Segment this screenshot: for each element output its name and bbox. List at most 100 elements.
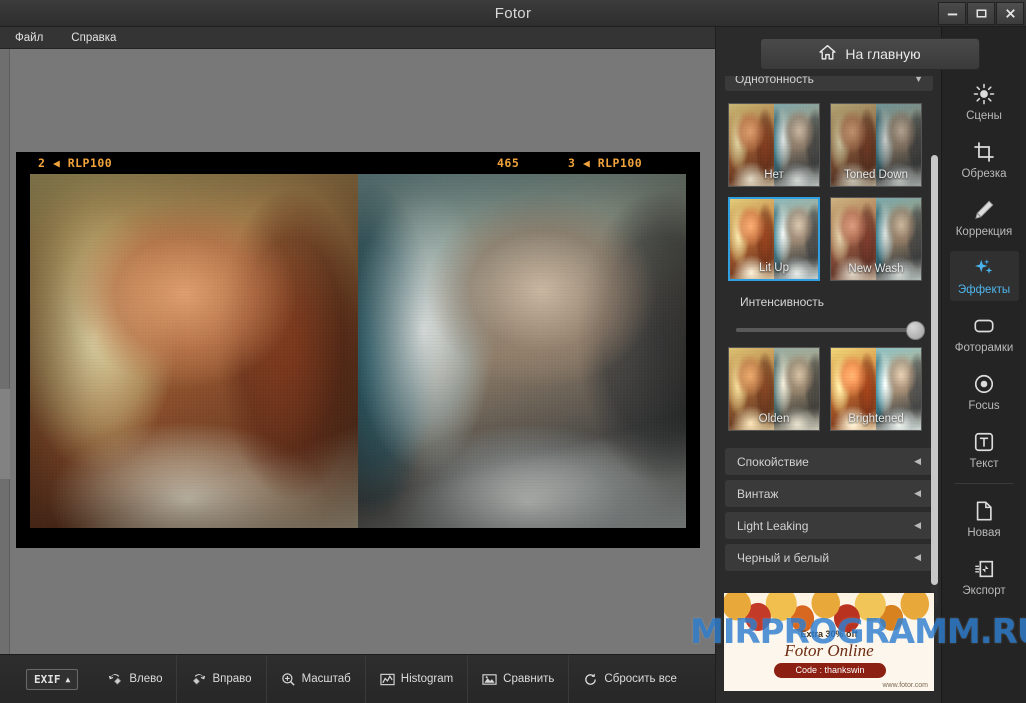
promo-code-badge: Code : thankswin — [774, 663, 886, 678]
text-icon — [973, 431, 995, 453]
promo-extra-label: Extra 30% off — [724, 629, 934, 639]
intensity-slider[interactable] — [736, 321, 922, 339]
effect-thumbnail[interactable]: Нет — [728, 103, 820, 187]
zoom-label: Масштаб — [302, 673, 351, 685]
chevron-left-icon: ◀ — [914, 488, 921, 499]
chevron-left-icon: ◀ — [914, 456, 921, 467]
film-code-right: 3 ◀ RLP100 — [568, 156, 642, 170]
effect-thumbnail-label: Нет — [729, 169, 819, 181]
sidebar-item-photo-frames[interactable]: Фоторамки — [950, 309, 1019, 359]
compare-icon — [482, 672, 497, 687]
new-page-icon — [973, 500, 995, 522]
effects-group-vintage[interactable]: Винтаж ◀ — [725, 480, 933, 507]
sidebar-item-scenes[interactable]: Сцены — [950, 77, 1019, 127]
promo-banner[interactable]: Extra 30% off Fotor Online Code : thanks… — [723, 592, 935, 692]
export-icon — [973, 558, 995, 580]
menu-item-file[interactable]: Файл — [12, 31, 46, 45]
close-button[interactable] — [996, 2, 1024, 25]
photo-preview[interactable] — [30, 174, 686, 528]
chevron-up-icon: ▲ — [66, 675, 71, 684]
effect-thumbnail[interactable]: Brightened — [830, 347, 922, 431]
slider-knob[interactable] — [906, 321, 925, 340]
focus-icon — [973, 373, 995, 395]
pencil-icon — [973, 199, 995, 221]
reset-all-button[interactable]: Сбросить все — [568, 655, 690, 703]
home-button-label: На главную — [845, 46, 920, 62]
sidebar-item-correction-label: Коррекция — [956, 226, 1013, 238]
zoom-icon — [281, 672, 296, 687]
crop-icon — [973, 141, 995, 163]
effects-group-light-leaking[interactable]: Light Leaking ◀ — [725, 512, 933, 539]
rotate-right-button[interactable]: Вправо — [176, 655, 265, 703]
effects-thumbnail-grid-top: Нет Toned Down Lit Up New Wash — [716, 97, 942, 285]
promo-title: Fotor Online — [724, 641, 934, 661]
effects-group-monotone[interactable]: Однотонность ▼ — [725, 76, 933, 91]
editor-canvas[interactable]: 2 ◀ RLP100 465 3 ◀ RLP100 — [0, 49, 715, 654]
effect-thumbnail[interactable]: Toned Down — [830, 103, 922, 187]
sidebar-item-crop[interactable]: Обрезка — [950, 135, 1019, 185]
promo-url: www.fotor.com — [882, 682, 928, 689]
maximize-button[interactable] — [967, 2, 995, 25]
effect-thumbnail-label: Brightened — [831, 413, 921, 425]
zoom-button[interactable]: Масштаб — [266, 655, 365, 703]
effects-thumbnail-grid-bottom: Olden Brightened — [716, 341, 942, 435]
chevron-down-icon: ▼ — [914, 76, 923, 84]
frame-icon — [973, 315, 995, 337]
minimize-button[interactable] — [938, 2, 966, 25]
sidebar-item-focus[interactable]: Focus — [950, 367, 1019, 417]
effects-group-monotone-label: Однотонность — [735, 76, 814, 86]
sidebar-item-scenes-label: Сцены — [966, 110, 1002, 122]
film-code-left: 2 ◀ RLP100 — [38, 156, 112, 170]
compare-button[interactable]: Сравнить — [467, 655, 568, 703]
sidebar-item-text-label: Текст — [970, 458, 999, 470]
sidebar-item-export[interactable]: Экспорт — [950, 552, 1019, 602]
sidebar-item-photo-frames-label: Фоторамки — [955, 342, 1014, 354]
effect-thumbnail[interactable]: Olden — [728, 347, 820, 431]
histogram-icon — [380, 672, 395, 687]
sidebar-item-new[interactable]: Новая — [950, 494, 1019, 544]
sun-icon — [973, 83, 995, 105]
film-frame-number: 465 — [497, 156, 519, 170]
slider-fill — [736, 328, 916, 332]
effect-thumbnail[interactable]: New Wash — [830, 197, 922, 281]
home-icon — [819, 44, 836, 64]
rotate-right-label: Вправо — [212, 673, 251, 685]
histogram-button[interactable]: Histogram — [365, 655, 467, 703]
effects-group-light-leaking-label: Light Leaking — [737, 519, 808, 533]
photo-before-half — [30, 174, 358, 528]
reset-icon — [583, 672, 598, 687]
sidebar-divider — [955, 483, 1013, 484]
menu-bar: Файл Справка — [0, 27, 715, 49]
intensity-control: Интенсивность — [716, 285, 942, 341]
left-rail — [0, 49, 10, 654]
effect-thumbnail-label: New Wash — [831, 263, 921, 275]
effects-group-vintage-label: Винтаж — [737, 487, 778, 501]
effects-scroll-region[interactable]: Однотонность ▼ Нет Toned Down Lit Up — [716, 76, 942, 606]
effects-group-black-and-white[interactable]: Черный и белый ◀ — [725, 544, 933, 571]
effects-scrollbar-thumb[interactable] — [931, 155, 938, 585]
photo-film-frame[interactable]: 2 ◀ RLP100 465 3 ◀ RLP100 — [16, 152, 700, 548]
effects-scrollbar[interactable] — [931, 155, 938, 607]
rotate-left-label: Влево — [129, 673, 162, 685]
sidebar-item-effects[interactable]: Эффекты — [950, 251, 1019, 301]
fotor-window: Fotor Файл Справка 2 ◀ RLP100 465 3 ◀ R — [0, 0, 1026, 703]
home-button[interactable]: На главную — [760, 38, 980, 70]
sidebar-item-text[interactable]: Текст — [950, 425, 1019, 475]
sidebar-item-focus-label: Focus — [968, 400, 999, 412]
rotate-left-button[interactable]: Влево — [94, 655, 176, 703]
effects-group-calm-label: Спокойствие — [737, 455, 809, 469]
window-controls — [938, 2, 1024, 25]
effects-group-calm[interactable]: Спокойствие ◀ — [725, 448, 933, 475]
film-header: 2 ◀ RLP100 465 3 ◀ RLP100 — [16, 152, 700, 174]
effects-panel: На главную Однотонность ▼ Нет Toned Down… — [715, 27, 941, 703]
left-rail-handle[interactable] — [0, 389, 10, 479]
effect-thumbnail-selected[interactable]: Lit Up — [728, 197, 820, 281]
sidebar-item-correction[interactable]: Коррекция — [950, 193, 1019, 243]
exif-button[interactable]: EXIF ▲ — [26, 669, 78, 690]
rotate-left-icon — [108, 672, 123, 687]
menu-item-help[interactable]: Справка — [68, 31, 119, 45]
sidebar-item-export-label: Экспорт — [962, 585, 1005, 597]
tool-sidebar: Сцены Обрезка Коррекция Эффекты Фоторамк — [941, 27, 1026, 703]
chevron-left-icon: ◀ — [914, 520, 921, 531]
bottom-tool-group: Влево Вправо Масштаб Histogram — [94, 655, 691, 703]
